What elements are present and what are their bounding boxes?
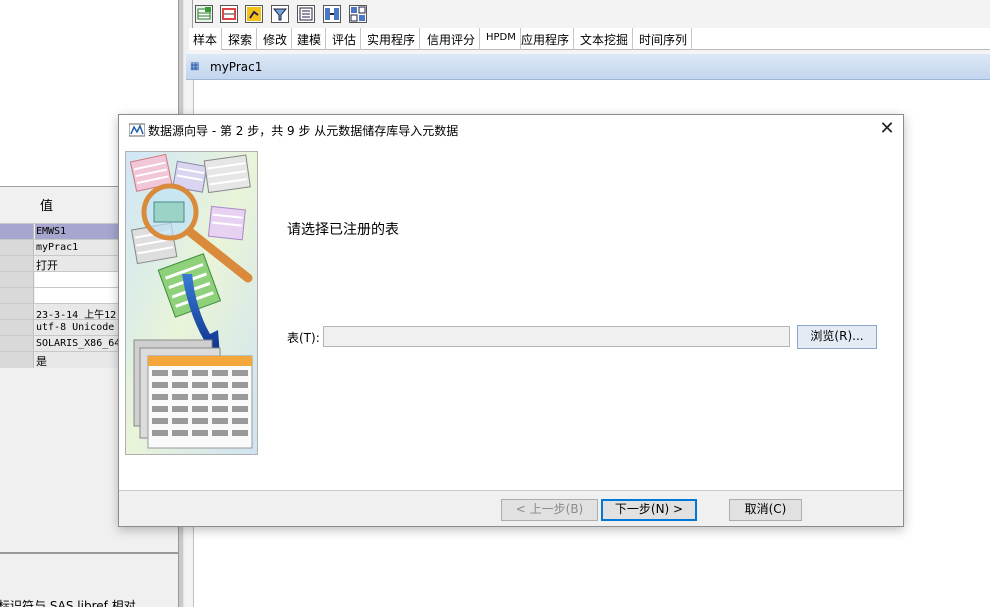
tab-model[interactable]: 建模 — [293, 28, 327, 50]
dialog-content: 请选择已注册的表 表(T): 浏览(R)... — [119, 145, 903, 491]
wizard-prompt: 请选择已注册的表 — [287, 222, 399, 238]
diagram-icon: ▦ — [190, 61, 200, 72]
dialog-titlebar[interactable]: 数据源向导 - 第 2 步，共 9 步 从元数据储存库导入元数据 ✕ — [119, 115, 903, 145]
tab-text-mining[interactable]: 文本挖掘 — [576, 28, 634, 50]
chart-icon[interactable] — [245, 5, 263, 23]
sas-app-icon — [128, 123, 146, 137]
list-icon[interactable] — [297, 5, 315, 23]
table-icon[interactable] — [195, 5, 213, 23]
tab-modify[interactable]: 修改 — [259, 28, 293, 50]
split-icon[interactable] — [349, 5, 367, 23]
cancel-button[interactable]: 取消(C) — [729, 499, 802, 521]
filter-icon[interactable] — [271, 5, 289, 23]
tab-applications[interactable]: 应用程序 — [517, 28, 575, 50]
grid-icon[interactable] — [220, 5, 238, 23]
browse-button[interactable]: 浏览(R)... — [797, 325, 877, 349]
close-icon[interactable]: ✕ — [871, 115, 903, 145]
wizard-illustration — [125, 151, 258, 455]
tab-time-series[interactable]: 时间序列 — [635, 28, 693, 50]
tab-assess[interactable]: 评估 — [328, 28, 362, 50]
node-toolbar — [193, 0, 990, 28]
next-button[interactable]: 下一步(N) > — [601, 499, 697, 521]
diagram-window-titlebar[interactable]: ▦ myPrac1 — [186, 54, 990, 80]
data-source-wizard-dialog: 数据源向导 - 第 2 步，共 9 步 从元数据储存库导入元数据 ✕ 请选择已注… — [118, 114, 904, 527]
diagram-window-title: myPrac1 — [210, 60, 263, 74]
property-description-panel: 标识符与 SAS libref 相对 — [0, 552, 178, 607]
tab-hpdm[interactable]: HPDM — [482, 28, 521, 50]
property-description: 标识符与 SAS libref 相对 — [0, 599, 136, 607]
merge-icon[interactable] — [323, 5, 341, 23]
tab-utility[interactable]: 实用程序 — [363, 28, 421, 50]
table-field[interactable] — [323, 326, 790, 347]
back-button-label: < 上一步(B) — [515, 502, 584, 516]
node-tabs: 样本 探索 修改 建模 评估 实用程序 信用评分 HPDM 应用程序 文本挖掘 … — [189, 28, 990, 50]
tab-sample[interactable]: 样本 — [189, 28, 223, 50]
dialog-title: 数据源向导 - 第 2 步，共 9 步 从元数据储存库导入元数据 — [148, 124, 459, 138]
tab-credit-scoring[interactable]: 信用评分 — [423, 28, 481, 50]
value-column-header: 值 — [40, 199, 54, 214]
tab-explore[interactable]: 探索 — [224, 28, 258, 50]
table-field-label: 表(T): — [287, 331, 320, 345]
back-button[interactable]: < 上一步(B) — [501, 499, 598, 521]
